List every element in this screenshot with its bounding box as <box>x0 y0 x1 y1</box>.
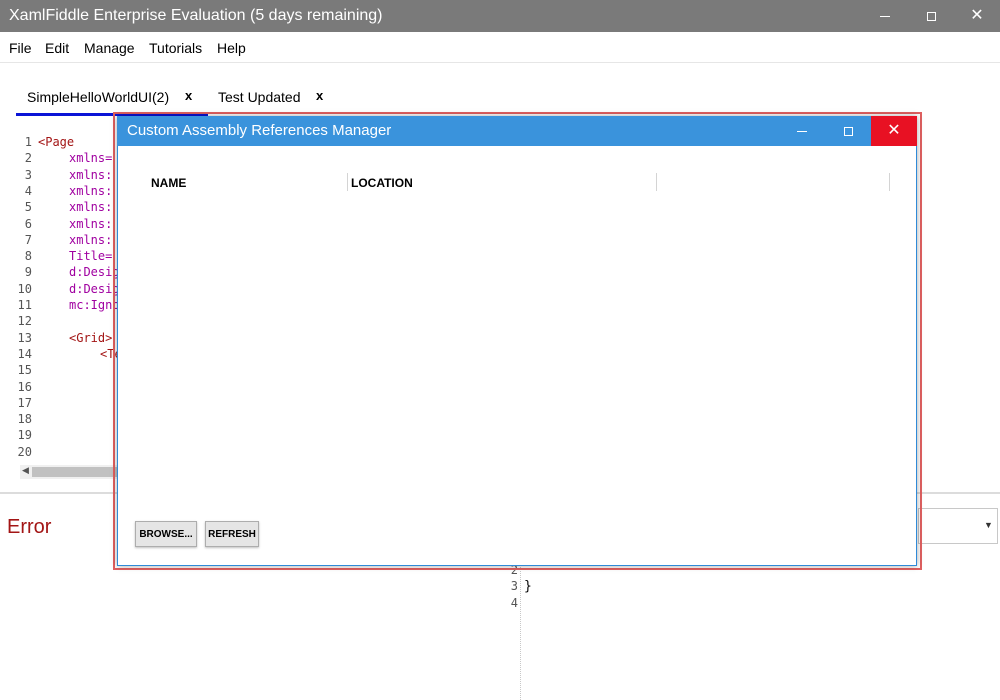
dialog-title: Custom Assembly References Manager <box>127 122 392 139</box>
code-line: xmlns: <box>69 183 113 198</box>
refresh-button[interactable]: REFRESH <box>205 521 259 547</box>
minimize-button[interactable] <box>862 0 908 32</box>
dialog-maximize-button[interactable] <box>825 116 871 146</box>
close-icon: ✕ <box>887 122 901 139</box>
line-number: 3 <box>510 579 518 593</box>
dialog-window <box>117 116 917 566</box>
line-number: 15 <box>17 363 32 378</box>
browse-button[interactable]: BROWSE... <box>135 521 197 547</box>
line-number: 17 <box>17 395 32 410</box>
close-button[interactable]: ✕ <box>954 0 1000 32</box>
code-line: xmlns: <box>69 216 113 231</box>
scroll-left-icon[interactable]: ◀ <box>22 465 29 476</box>
line-number: 5 <box>24 200 32 215</box>
line-number: 1 <box>24 135 32 149</box>
code-line: xmlns: <box>69 200 113 215</box>
line-number: 12 <box>17 314 32 329</box>
error-heading: Error <box>7 516 52 538</box>
code-line: Title= <box>69 249 113 264</box>
tab-simplehelloworldui[interactable]: SimpleHelloWorldUI(2) <box>27 89 169 105</box>
minimize-icon <box>797 130 807 132</box>
menu-tutorials[interactable]: Tutorials <box>149 40 202 56</box>
code-line: xmlns: <box>69 167 113 182</box>
menu-manage[interactable]: Manage <box>84 40 135 56</box>
window-title: XamlFiddle Enterprise Evaluation (5 days… <box>9 7 383 24</box>
line-number: 8 <box>24 249 32 264</box>
line-number: 14 <box>17 346 32 361</box>
code-line: d:Desig <box>69 281 120 296</box>
minimize-icon <box>880 15 890 17</box>
line-number: 13 <box>17 330 32 345</box>
menu-file[interactable]: File <box>9 40 32 56</box>
maximize-icon <box>843 126 853 136</box>
line-number: 18 <box>17 412 32 427</box>
column-separator[interactable] <box>347 173 348 191</box>
maximize-button[interactable] <box>908 0 954 32</box>
code-line: <Page <box>38 135 75 149</box>
line-number: 11 <box>17 298 32 312</box>
close-icon: ✕ <box>970 7 984 24</box>
gutter-divider <box>520 556 521 700</box>
line-number: 4 <box>24 183 32 198</box>
line-number: 19 <box>17 428 32 443</box>
menu-help[interactable]: Help <box>217 40 246 56</box>
maximize-icon <box>926 11 936 21</box>
tab-close-button[interactable]: x <box>316 88 323 103</box>
dialog-minimize-button[interactable] <box>779 116 825 146</box>
tab-test-updated[interactable]: Test Updated <box>218 89 301 105</box>
line-number: 3 <box>24 167 32 182</box>
column-header-location[interactable]: LOCATION <box>351 176 413 190</box>
menu-bar: File Edit Manage Tutorials Help <box>0 32 1000 63</box>
column-separator[interactable] <box>656 173 657 191</box>
code-line: mc:Igno <box>69 298 120 312</box>
chevron-down-icon[interactable]: ▼ <box>984 520 993 530</box>
line-number: 7 <box>24 232 32 247</box>
line-number: 9 <box>24 265 32 280</box>
line-number: 10 <box>17 281 32 296</box>
menu-edit[interactable]: Edit <box>45 40 69 56</box>
code-line: xmlns= <box>69 151 113 166</box>
code-line: d:Desig <box>69 265 120 280</box>
column-separator[interactable] <box>889 173 890 191</box>
scrollbar-thumb[interactable] <box>32 467 118 477</box>
tab-close-button[interactable]: x <box>185 88 192 103</box>
code-line: <Grid> <box>69 330 113 345</box>
line-number: 4 <box>510 596 518 610</box>
line-number: 20 <box>17 444 32 459</box>
code-line: xmlns: <box>69 232 113 247</box>
code-line: } <box>524 579 532 594</box>
column-header-name[interactable]: NAME <box>151 176 186 190</box>
line-number: 2 <box>24 151 32 166</box>
line-number: 16 <box>17 379 32 394</box>
line-number: 6 <box>24 216 32 231</box>
dialog-close-button[interactable]: ✕ <box>871 116 917 146</box>
